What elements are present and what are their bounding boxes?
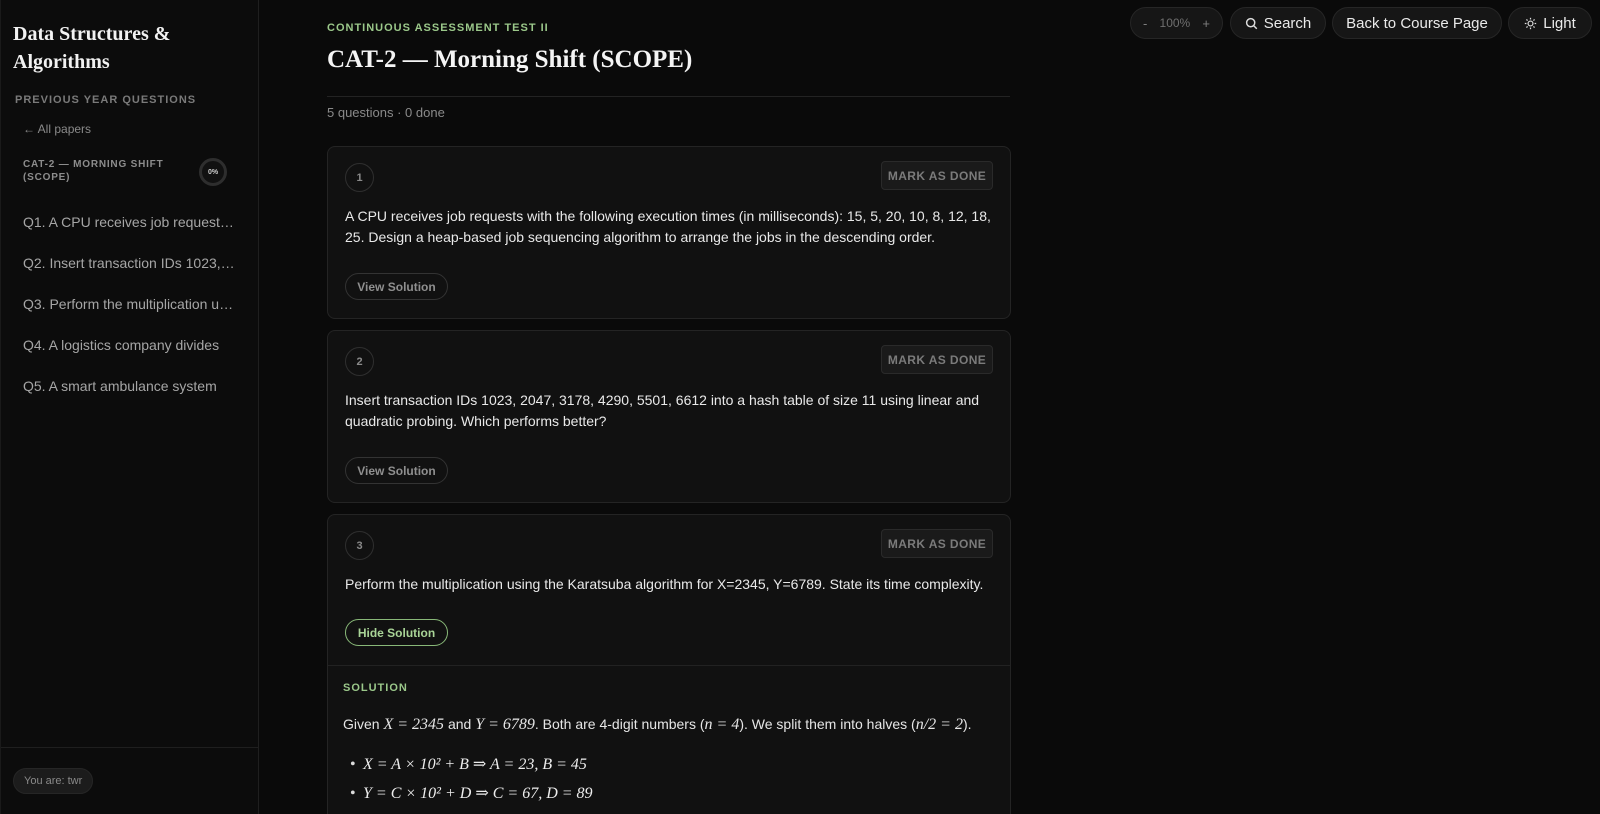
- question-text: A CPU receives job requests with the fol…: [345, 208, 991, 245]
- text: . Both are 4-digit numbers (: [534, 716, 705, 732]
- solution-panel: SOLUTION Given X = 2345 and Y = 6789. Bo…: [328, 665, 1010, 808]
- question-text: Insert transaction IDs 1023, 2047, 3178,…: [345, 392, 980, 429]
- mark-as-done-button[interactable]: MARK AS DONE: [881, 345, 993, 374]
- view-solution-button[interactable]: View Solution: [345, 457, 448, 484]
- all-papers-link[interactable]: ← All papers: [23, 122, 91, 136]
- page-title: CAT-2 — Morning Shift (SCOPE): [327, 46, 693, 73]
- eyebrow-label: CONTINUOUS ASSESSMENT TEST II: [327, 22, 549, 34]
- solution-label: SOLUTION: [343, 682, 408, 694]
- search-label: Search: [1263, 14, 1312, 32]
- text: and: [447, 716, 472, 732]
- sidebar-question-2[interactable]: Q2. Insert transaction IDs 1023, 2047, 3…: [23, 253, 235, 294]
- progress-ring: 0%: [199, 158, 227, 186]
- question-count: 5 questions · 0 done: [327, 105, 445, 120]
- zoom-value: 100%: [1159, 16, 1191, 30]
- course-title: Data Structures & Algorithms: [13, 23, 171, 73]
- math: X = 2345: [383, 716, 445, 733]
- title-divider: [327, 96, 1010, 97]
- mark-as-done-button[interactable]: MARK AS DONE: [881, 161, 993, 190]
- question-text: Perform the multiplication using the Kar…: [345, 576, 984, 592]
- text: Given: [343, 716, 380, 732]
- solution-intro: Given X = 2345 and Y = 6789. Both are 4-…: [343, 716, 1003, 734]
- theme-label: Light: [1543, 14, 1576, 32]
- question-card-2: 2 MARK AS DONE Insert transaction IDs 10…: [327, 330, 1011, 503]
- solution-step: X = A × 10² + B ⇒ A = 23, B = 45: [343, 750, 1003, 779]
- theme-toggle-button[interactable]: Light: [1508, 7, 1592, 39]
- math: Y = 6789: [475, 716, 535, 733]
- question-card-1: 1 MARK AS DONE A CPU receives job reques…: [327, 146, 1011, 319]
- zoom-out-button[interactable]: -: [1143, 16, 1147, 31]
- paper-name: CAT-2 — MORNING SHIFT (SCOPE): [23, 159, 164, 183]
- solution-step: Y = C × 10² + D ⇒ C = 67, D = 89: [343, 779, 1003, 808]
- sidebar-question-4[interactable]: Q4. A logistics company divides: [23, 335, 235, 376]
- zoom-control: - 100% +: [1130, 7, 1223, 39]
- text: ).: [962, 716, 972, 732]
- back-to-course-label: Back to Course Page: [1346, 14, 1488, 32]
- question-number: 3: [345, 531, 374, 560]
- math: n = 4: [704, 716, 740, 733]
- section-label: PREVIOUS YEAR QUESTIONS: [15, 94, 197, 106]
- mark-as-done-button[interactable]: MARK AS DONE: [881, 529, 993, 558]
- sun-icon: [1525, 17, 1537, 29]
- solution-steps: X = A × 10² + B ⇒ A = 23, B = 45 Y = C ×…: [343, 750, 1003, 808]
- text: ). We split them into halves (: [739, 716, 916, 732]
- question-card-3: 3 MARK AS DONE Perform the multiplicatio…: [327, 514, 1011, 814]
- zoom-in-button[interactable]: +: [1202, 16, 1210, 31]
- sidebar-question-5[interactable]: Q5. A smart ambulance system: [23, 376, 235, 417]
- hide-solution-button[interactable]: Hide Solution: [345, 619, 448, 646]
- view-solution-button[interactable]: View Solution: [345, 273, 448, 300]
- question-number: 2: [345, 347, 374, 376]
- search-icon: [1245, 17, 1258, 29]
- search-button[interactable]: Search: [1230, 7, 1326, 39]
- question-list: Q1. A CPU receives job requests with the…: [23, 212, 235, 417]
- math: n/2 = 2: [915, 716, 963, 733]
- question-number: 1: [345, 163, 374, 192]
- back-to-course-button[interactable]: Back to Course Page: [1332, 7, 1502, 39]
- sidebar: Data Structures & Algorithms PREVIOUS YE…: [0, 0, 259, 814]
- current-paper[interactable]: CAT-2 — MORNING SHIFT (SCOPE) 0%: [23, 158, 229, 188]
- user-chip: You are: twr: [13, 768, 94, 794]
- sidebar-question-1[interactable]: Q1. A CPU receives job requests with the…: [23, 212, 235, 253]
- sidebar-footer: You are: twr: [1, 747, 259, 814]
- app-root: Data Structures & Algorithms PREVIOUS YE…: [0, 0, 1600, 814]
- sidebar-question-3[interactable]: Q3. Perform the multiplication using the…: [23, 294, 235, 335]
